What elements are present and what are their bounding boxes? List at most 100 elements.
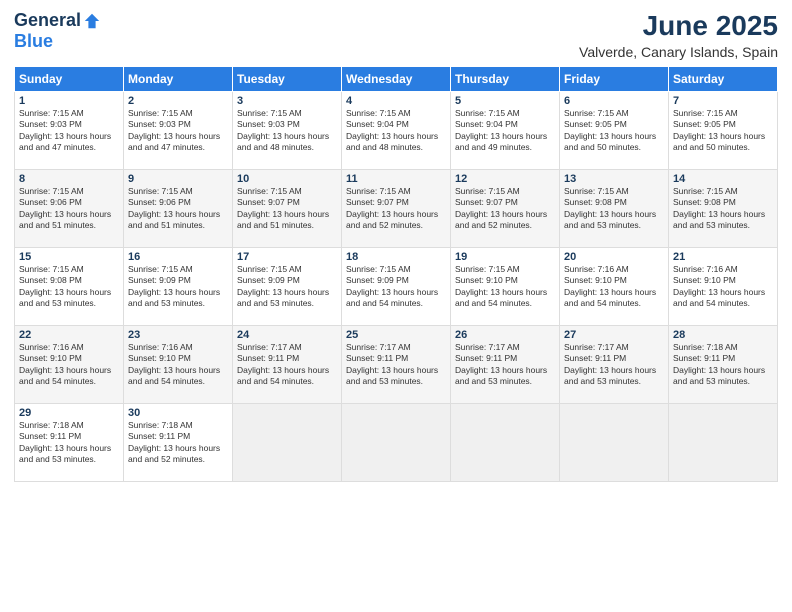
- table-row: 12 Sunrise: 7:15 AMSunset: 9:07 PMDaylig…: [451, 170, 560, 248]
- col-wednesday: Wednesday: [342, 67, 451, 92]
- day-number: 28: [673, 329, 773, 341]
- day-number: 29: [19, 407, 119, 419]
- col-saturday: Saturday: [669, 67, 778, 92]
- table-row: 24 Sunrise: 7:17 AMSunset: 9:11 PMDaylig…: [233, 326, 342, 404]
- day-info: Sunrise: 7:17 AMSunset: 9:11 PMDaylight:…: [346, 342, 446, 388]
- day-number: 21: [673, 251, 773, 263]
- day-info: Sunrise: 7:15 AMSunset: 9:04 PMDaylight:…: [455, 108, 555, 154]
- month-title: June 2025: [579, 10, 778, 42]
- col-sunday: Sunday: [15, 67, 124, 92]
- day-info: Sunrise: 7:15 AMSunset: 9:08 PMDaylight:…: [673, 186, 773, 232]
- day-info: Sunrise: 7:18 AMSunset: 9:11 PMDaylight:…: [673, 342, 773, 388]
- day-info: Sunrise: 7:15 AMSunset: 9:03 PMDaylight:…: [128, 108, 228, 154]
- table-row: 1 Sunrise: 7:15 AMSunset: 9:03 PMDayligh…: [15, 92, 124, 170]
- table-row: [560, 404, 669, 482]
- day-number: 27: [564, 329, 664, 341]
- table-row: 13 Sunrise: 7:15 AMSunset: 9:08 PMDaylig…: [560, 170, 669, 248]
- logo-general-text: General: [14, 10, 81, 31]
- day-number: 5: [455, 95, 555, 107]
- day-number: 14: [673, 173, 773, 185]
- table-row: 14 Sunrise: 7:15 AMSunset: 9:08 PMDaylig…: [669, 170, 778, 248]
- table-row: 15 Sunrise: 7:15 AMSunset: 9:08 PMDaylig…: [15, 248, 124, 326]
- day-number: 1: [19, 95, 119, 107]
- table-row: 18 Sunrise: 7:15 AMSunset: 9:09 PMDaylig…: [342, 248, 451, 326]
- day-number: 30: [128, 407, 228, 419]
- day-info: Sunrise: 7:15 AMSunset: 9:05 PMDaylight:…: [564, 108, 664, 154]
- day-info: Sunrise: 7:15 AMSunset: 9:09 PMDaylight:…: [128, 264, 228, 310]
- day-number: 18: [346, 251, 446, 263]
- col-thursday: Thursday: [451, 67, 560, 92]
- calendar-table: Sunday Monday Tuesday Wednesday Thursday…: [14, 66, 778, 482]
- col-tuesday: Tuesday: [233, 67, 342, 92]
- day-number: 19: [455, 251, 555, 263]
- table-row: 5 Sunrise: 7:15 AMSunset: 9:04 PMDayligh…: [451, 92, 560, 170]
- table-row: 7 Sunrise: 7:15 AMSunset: 9:05 PMDayligh…: [669, 92, 778, 170]
- day-info: Sunrise: 7:15 AMSunset: 9:07 PMDaylight:…: [455, 186, 555, 232]
- table-row: [233, 404, 342, 482]
- day-number: 9: [128, 173, 228, 185]
- col-monday: Monday: [124, 67, 233, 92]
- table-row: 4 Sunrise: 7:15 AMSunset: 9:04 PMDayligh…: [342, 92, 451, 170]
- table-row: [669, 404, 778, 482]
- day-number: 26: [455, 329, 555, 341]
- day-info: Sunrise: 7:16 AMSunset: 9:10 PMDaylight:…: [673, 264, 773, 310]
- day-info: Sunrise: 7:15 AMSunset: 9:06 PMDaylight:…: [19, 186, 119, 232]
- day-number: 7: [673, 95, 773, 107]
- day-info: Sunrise: 7:15 AMSunset: 9:03 PMDaylight:…: [237, 108, 337, 154]
- table-row: 8 Sunrise: 7:15 AMSunset: 9:06 PMDayligh…: [15, 170, 124, 248]
- day-number: 16: [128, 251, 228, 263]
- day-info: Sunrise: 7:15 AMSunset: 9:08 PMDaylight:…: [19, 264, 119, 310]
- table-row: [451, 404, 560, 482]
- day-number: 10: [237, 173, 337, 185]
- day-number: 3: [237, 95, 337, 107]
- title-block: June 2025 Valverde, Canary Islands, Spai…: [579, 10, 778, 60]
- day-number: 6: [564, 95, 664, 107]
- day-number: 20: [564, 251, 664, 263]
- table-row: 6 Sunrise: 7:15 AMSunset: 9:05 PMDayligh…: [560, 92, 669, 170]
- calendar-page: General Blue June 2025 Valverde, Canary …: [0, 0, 792, 612]
- day-number: 25: [346, 329, 446, 341]
- col-friday: Friday: [560, 67, 669, 92]
- table-row: 27 Sunrise: 7:17 AMSunset: 9:11 PMDaylig…: [560, 326, 669, 404]
- day-info: Sunrise: 7:18 AMSunset: 9:11 PMDaylight:…: [128, 420, 228, 466]
- table-row: 26 Sunrise: 7:17 AMSunset: 9:11 PMDaylig…: [451, 326, 560, 404]
- table-row: 29 Sunrise: 7:18 AMSunset: 9:11 PMDaylig…: [15, 404, 124, 482]
- day-number: 23: [128, 329, 228, 341]
- day-info: Sunrise: 7:15 AMSunset: 9:09 PMDaylight:…: [346, 264, 446, 310]
- location-subtitle: Valverde, Canary Islands, Spain: [579, 44, 778, 60]
- logo-blue-text: Blue: [14, 31, 53, 52]
- header: General Blue June 2025 Valverde, Canary …: [14, 10, 778, 60]
- table-row: [342, 404, 451, 482]
- day-info: Sunrise: 7:15 AMSunset: 9:05 PMDaylight:…: [673, 108, 773, 154]
- table-row: 22 Sunrise: 7:16 AMSunset: 9:10 PMDaylig…: [15, 326, 124, 404]
- day-number: 8: [19, 173, 119, 185]
- day-number: 13: [564, 173, 664, 185]
- table-row: 16 Sunrise: 7:15 AMSunset: 9:09 PMDaylig…: [124, 248, 233, 326]
- table-row: 20 Sunrise: 7:16 AMSunset: 9:10 PMDaylig…: [560, 248, 669, 326]
- day-number: 2: [128, 95, 228, 107]
- day-number: 4: [346, 95, 446, 107]
- table-row: 17 Sunrise: 7:15 AMSunset: 9:09 PMDaylig…: [233, 248, 342, 326]
- day-number: 17: [237, 251, 337, 263]
- day-info: Sunrise: 7:17 AMSunset: 9:11 PMDaylight:…: [564, 342, 664, 388]
- day-number: 15: [19, 251, 119, 263]
- day-info: Sunrise: 7:15 AMSunset: 9:03 PMDaylight:…: [19, 108, 119, 154]
- day-info: Sunrise: 7:15 AMSunset: 9:08 PMDaylight:…: [564, 186, 664, 232]
- day-info: Sunrise: 7:17 AMSunset: 9:11 PMDaylight:…: [455, 342, 555, 388]
- table-row: 19 Sunrise: 7:15 AMSunset: 9:10 PMDaylig…: [451, 248, 560, 326]
- table-row: 25 Sunrise: 7:17 AMSunset: 9:11 PMDaylig…: [342, 326, 451, 404]
- header-row: Sunday Monday Tuesday Wednesday Thursday…: [15, 67, 778, 92]
- day-info: Sunrise: 7:18 AMSunset: 9:11 PMDaylight:…: [19, 420, 119, 466]
- day-info: Sunrise: 7:16 AMSunset: 9:10 PMDaylight:…: [19, 342, 119, 388]
- day-number: 11: [346, 173, 446, 185]
- day-info: Sunrise: 7:16 AMSunset: 9:10 PMDaylight:…: [128, 342, 228, 388]
- table-row: 11 Sunrise: 7:15 AMSunset: 9:07 PMDaylig…: [342, 170, 451, 248]
- day-number: 22: [19, 329, 119, 341]
- day-info: Sunrise: 7:15 AMSunset: 9:10 PMDaylight:…: [455, 264, 555, 310]
- day-info: Sunrise: 7:15 AMSunset: 9:04 PMDaylight:…: [346, 108, 446, 154]
- table-row: 10 Sunrise: 7:15 AMSunset: 9:07 PMDaylig…: [233, 170, 342, 248]
- logo-icon: [83, 12, 101, 30]
- day-info: Sunrise: 7:16 AMSunset: 9:10 PMDaylight:…: [564, 264, 664, 310]
- day-info: Sunrise: 7:15 AMSunset: 9:07 PMDaylight:…: [237, 186, 337, 232]
- day-number: 24: [237, 329, 337, 341]
